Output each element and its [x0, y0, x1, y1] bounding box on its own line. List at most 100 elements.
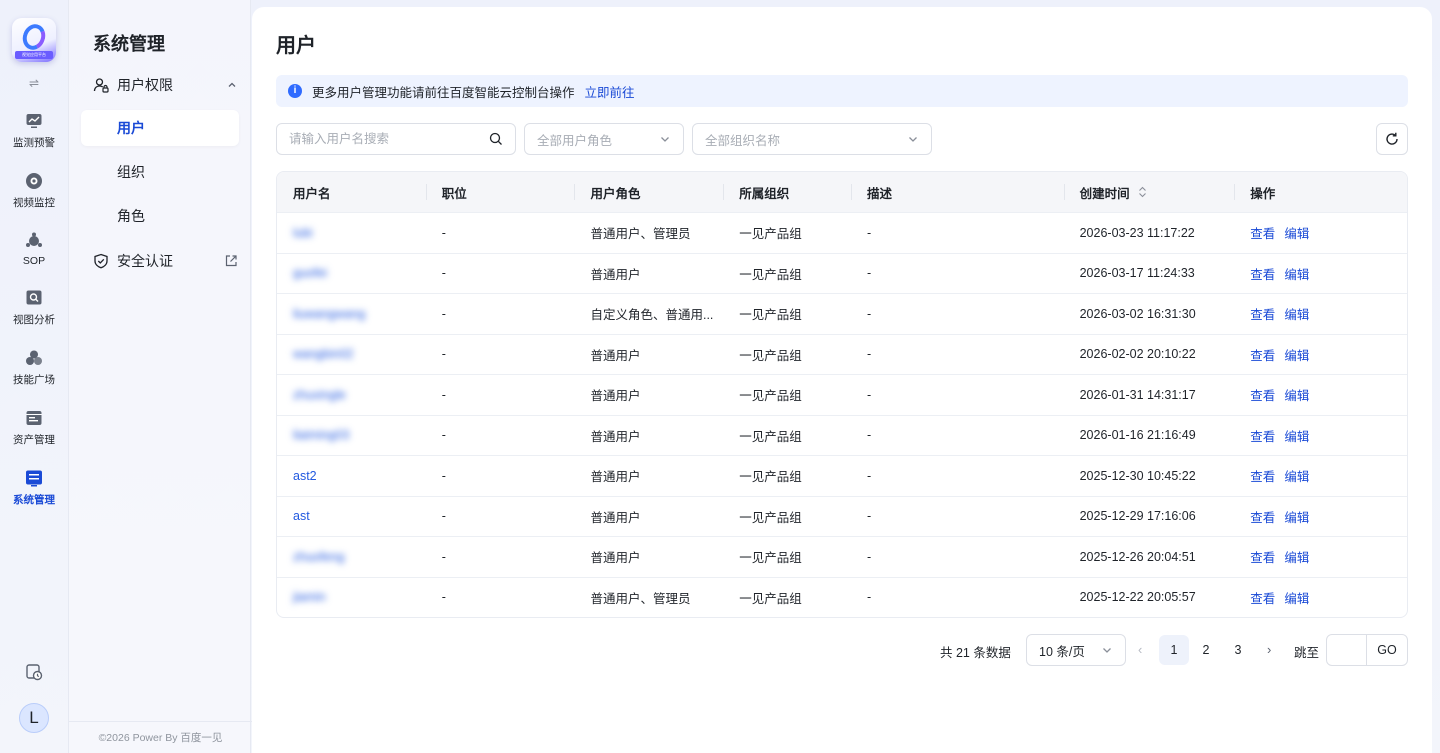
subnav-item-roles[interactable]: 角色 [81, 198, 239, 234]
org-text: 一见产品组 [739, 591, 802, 606]
header-created[interactable]: 创建时间 [1063, 172, 1235, 212]
jump-page-input[interactable] [1327, 635, 1367, 665]
username-link[interactable]: jiamin [293, 590, 326, 604]
rail-label: 系统管理 [13, 494, 55, 506]
created-cell: 2025-12-30 10:45:22 [1064, 456, 1235, 496]
org-cell: 一见产品组 [723, 254, 851, 294]
created-cell: 2026-03-02 16:31:30 [1064, 294, 1235, 334]
edit-button[interactable]: 编辑 [1284, 466, 1309, 485]
username-link[interactable]: wangbin02 [293, 347, 353, 361]
view-button[interactable]: 查看 [1250, 345, 1275, 364]
desc-cell: - [851, 213, 1064, 253]
page-title: 用户 [276, 35, 316, 57]
notice-link[interactable]: 立即前往 [585, 82, 635, 101]
username-link[interactable]: liaiming03 [293, 428, 349, 442]
username-link[interactable]: zhuxingle [293, 388, 346, 402]
username-link[interactable]: ast2 [293, 469, 317, 483]
org-select-placeholder: 全部组织名称 [705, 133, 781, 148]
search-input[interactable] [289, 132, 489, 146]
search-icon[interactable] [489, 132, 503, 146]
page-size-select[interactable]: 10 条/页 [1026, 634, 1126, 666]
subnav-item-users[interactable]: 用户 [81, 110, 239, 146]
role-cell: 普通用户 [574, 537, 723, 577]
org-select[interactable]: 全部组织名称 [692, 123, 932, 155]
jump-control: GO [1326, 634, 1408, 666]
page-3-button[interactable]: 3 [1223, 635, 1253, 665]
position-text: - [441, 387, 446, 402]
switch-icon[interactable]: ⇌ [29, 76, 39, 90]
table-row: liuwangwang - 自定义角色、普通用... 一见产品组 - 2026-03-02… [277, 293, 1407, 334]
view-button[interactable]: 查看 [1250, 426, 1275, 445]
view-button[interactable]: 查看 [1250, 385, 1275, 404]
role-cell: 普通用户 [574, 416, 723, 456]
table-row: lubi - 普通用户、管理员 一见产品组 - 2026-03-23 11:17:22 查看… [277, 212, 1407, 253]
notice-bar: i 更多用户管理功能请前往百度智能云控制台操作 立即前往 [276, 75, 1408, 107]
view-button[interactable]: 查看 [1250, 223, 1275, 242]
sort-icon[interactable] [1138, 186, 1147, 198]
created-text: 2025-12-30 10:45:22 [1079, 468, 1196, 483]
username-link[interactable]: liuwangwang [293, 307, 365, 321]
created-text: 2026-03-23 11:17:22 [1079, 225, 1195, 240]
group-user-permissions[interactable]: 用户权限 [93, 74, 238, 96]
edit-button[interactable]: 编辑 [1284, 547, 1309, 566]
platform-logo[interactable]: 视觉应用平台 [12, 18, 56, 62]
monitor-chart-icon [26, 114, 42, 128]
rail-item-sop[interactable]: SOP [0, 232, 68, 267]
prev-page-icon[interactable]: ‹ [1138, 642, 1142, 657]
task-clock-icon[interactable] [25, 663, 43, 681]
page-2-button[interactable]: 2 [1191, 635, 1221, 665]
edit-button[interactable]: 编辑 [1284, 588, 1309, 607]
username-link[interactable]: zhuofeng [293, 550, 344, 564]
rail-item-video[interactable]: 视频监控 [0, 172, 68, 210]
edit-button[interactable]: 编辑 [1284, 426, 1309, 445]
desc-text: - [866, 590, 872, 605]
view-button[interactable]: 查看 [1250, 264, 1275, 283]
rail-item-monitor[interactable]: 监测预警 [0, 112, 68, 150]
role-select[interactable]: 全部用户角色 [524, 123, 684, 155]
desc-text: - [866, 347, 872, 362]
refresh-button[interactable] [1376, 123, 1408, 155]
position-cell: - [426, 416, 575, 456]
position-cell: - [426, 294, 575, 334]
nav-security-auth[interactable]: 安全认证 [93, 250, 238, 272]
view-button[interactable]: 查看 [1250, 507, 1275, 526]
total-count: 共 21 条数据 [940, 646, 1011, 660]
table-row: zhuxingle - 普通用户 一见产品组 - 2026-01-31 14:31:17 查… [277, 374, 1407, 415]
desc-text: - [866, 266, 872, 281]
position-cell: - [426, 335, 575, 375]
role-text: 普通用户 [590, 551, 641, 566]
edit-button[interactable]: 编辑 [1284, 304, 1309, 323]
view-button[interactable]: 查看 [1250, 547, 1275, 566]
header-username: 用户名 [293, 186, 331, 201]
username-link[interactable]: guofei [293, 266, 327, 280]
page-1-button[interactable]: 1 [1159, 635, 1189, 665]
org-text: 一见产品组 [739, 551, 802, 566]
view-button[interactable]: 查看 [1250, 466, 1275, 485]
created-text: 2026-03-17 11:24:33 [1079, 266, 1195, 281]
table-row: jiamin - 普通用户、管理员 一见产品组 - 2025-12-22 20:05:57… [277, 576, 1407, 618]
rail-item-skills[interactable]: 技能广场 [0, 349, 68, 387]
rail-item-system[interactable]: 系统管理 [0, 469, 68, 507]
go-button[interactable]: GO [1367, 635, 1407, 665]
chevron-down-icon [661, 137, 669, 142]
role-cell: 普通用户 [574, 456, 723, 496]
edit-button[interactable]: 编辑 [1284, 507, 1309, 526]
org-text: 一见产品组 [739, 389, 802, 404]
table-row: ast2 - 普通用户 一见产品组 - 2025-12-30 10:45:22 查看 编辑 [277, 455, 1407, 496]
username-link[interactable]: lubi [293, 226, 312, 240]
username-link[interactable]: ast [293, 509, 310, 523]
edit-button[interactable]: 编辑 [1284, 223, 1309, 242]
view-button[interactable]: 查看 [1250, 304, 1275, 323]
subnav-item-orgs[interactable]: 组织 [81, 154, 239, 190]
desc-cell: - [851, 416, 1064, 456]
edit-button[interactable]: 编辑 [1284, 264, 1309, 283]
edit-button[interactable]: 编辑 [1284, 345, 1309, 364]
next-page-icon[interactable]: › [1267, 642, 1271, 657]
chevron-up-icon [228, 82, 236, 87]
role-text: 普通用户 [590, 348, 641, 363]
rail-item-assets[interactable]: 资产管理 [0, 409, 68, 447]
rail-item-view-analysis[interactable]: 视图分析 [0, 289, 68, 327]
avatar[interactable]: L [19, 703, 49, 733]
view-button[interactable]: 查看 [1250, 588, 1275, 607]
edit-button[interactable]: 编辑 [1284, 385, 1309, 404]
